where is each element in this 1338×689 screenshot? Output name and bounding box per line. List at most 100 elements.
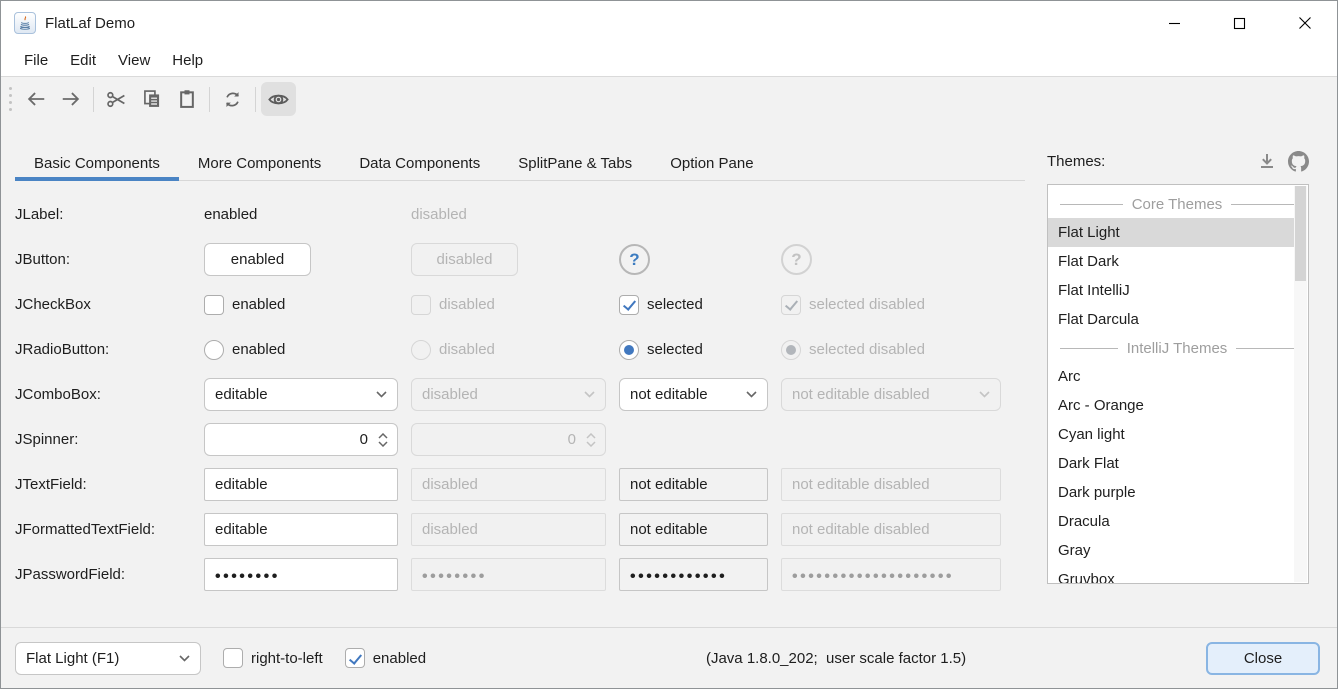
theme-item-dracula[interactable]: Dracula (1048, 507, 1294, 536)
combobox-not-editable-disabled: not editable disabled (781, 378, 1001, 411)
toolbar-grip[interactable] (9, 87, 12, 111)
checkbox-checked-icon[interactable] (619, 295, 639, 315)
radio-selected-disabled: selected disabled (781, 340, 1025, 360)
themes-header: Themes: (1047, 148, 1309, 174)
spinner-up-icon (586, 433, 596, 439)
menu-file[interactable]: File (13, 48, 59, 73)
row-jcombobox: JComboBox: editable disabled not editabl… (15, 372, 1025, 417)
checkbox-checked-icon[interactable] (345, 648, 365, 668)
textfield-not-editable-disabled: not editable disabled (781, 468, 1001, 501)
refresh-icon (222, 89, 243, 110)
checkbox-selected-disabled: selected disabled (781, 295, 1025, 315)
theme-item-flat-light[interactable]: Flat Light (1048, 218, 1294, 247)
paste-icon (177, 89, 197, 109)
menu-view[interactable]: View (107, 48, 161, 73)
download-icon[interactable] (1258, 152, 1276, 170)
help-button[interactable]: ? (619, 244, 650, 275)
checkbox-selected[interactable]: selected (619, 295, 781, 315)
java-app-icon (14, 12, 36, 34)
forward-button[interactable] (53, 82, 88, 116)
toolbar-separator (93, 87, 94, 112)
enabled-button[interactable]: enabled (204, 243, 311, 276)
right-to-left-checkbox[interactable]: right-to-left (223, 648, 323, 668)
theme-item-flat-intellij[interactable]: Flat IntelliJ (1048, 276, 1294, 305)
show-hidden-toggle-button[interactable] (261, 82, 296, 116)
jlabel-disabled: disabled (411, 206, 619, 223)
theme-item-flat-dark[interactable]: Flat Dark (1048, 247, 1294, 276)
menu-edit[interactable]: Edit (59, 48, 107, 73)
github-icon[interactable] (1288, 151, 1309, 172)
theme-item-cyan-light[interactable]: Cyan light (1048, 420, 1294, 449)
jradiobutton-row-label: JRadioButton: (15, 341, 204, 358)
radio-selected-disabled-icon (781, 340, 801, 360)
radio-disabled-icon (411, 340, 431, 360)
minimize-button[interactable] (1142, 1, 1207, 45)
eye-icon (267, 88, 290, 111)
maximize-button[interactable] (1207, 1, 1272, 45)
row-jpasswordfield: JPasswordField: •••••••• •••••••• ••••••… (15, 552, 1025, 597)
jpasswordfield-row-label: JPasswordField: (15, 566, 204, 583)
combobox-editable[interactable]: editable (204, 378, 398, 411)
refresh-button[interactable] (215, 82, 250, 116)
row-jspinner: JSpinner: 0 0 (15, 417, 1025, 462)
back-button[interactable] (18, 82, 53, 116)
themes-group-separator: Core Themes (1060, 190, 1294, 218)
themes-label: Themes: (1047, 153, 1105, 170)
passwordfield-not-editable-disabled: •••••••••••••••••••• (781, 558, 1001, 591)
combobox-not-editable[interactable]: not editable (619, 378, 768, 411)
spinner-down-icon (586, 441, 596, 447)
back-arrow-icon (25, 88, 47, 110)
radio-enabled[interactable]: enabled (204, 340, 411, 360)
checkbox-unchecked-icon[interactable] (204, 295, 224, 315)
tab-basic-components[interactable]: Basic Components (15, 146, 179, 180)
components-panel: Basic Components More Components Data Co… (15, 146, 1025, 627)
copy-icon (142, 89, 162, 109)
toolbar (1, 77, 1337, 121)
checkbox-enabled[interactable]: enabled (204, 295, 411, 315)
spinner-down-icon (378, 441, 388, 447)
theme-item-gray[interactable]: Gray (1048, 536, 1294, 565)
cut-icon (106, 89, 127, 110)
menu-bar: File Edit View Help (1, 45, 1337, 77)
tab-option-pane[interactable]: Option Pane (651, 146, 772, 180)
enabled-checkbox[interactable]: enabled (345, 648, 426, 668)
tab-splitpane-tabs[interactable]: SplitPane & Tabs (499, 146, 651, 180)
textfield-editable[interactable]: editable (204, 468, 398, 501)
scrollbar-thumb[interactable] (1295, 186, 1306, 281)
close-button[interactable]: Close (1206, 642, 1320, 675)
tab-more-components[interactable]: More Components (179, 146, 340, 180)
radio-selected-icon[interactable] (619, 340, 639, 360)
tab-data-components[interactable]: Data Components (340, 146, 499, 180)
theme-item-arc[interactable]: Arc (1048, 362, 1294, 391)
theme-select-combobox[interactable]: Flat Light (F1) (15, 642, 201, 675)
theme-item-arc-orange[interactable]: Arc - Orange (1048, 391, 1294, 420)
jlabel-row-label: JLabel: (15, 206, 204, 223)
jbutton-row-label: JButton: (15, 251, 204, 268)
checkbox-unchecked-icon[interactable] (223, 648, 243, 668)
theme-item-dark-flat[interactable]: Dark Flat (1048, 449, 1294, 478)
cut-button[interactable] (99, 82, 134, 116)
formattedtextfield-editable[interactable]: editable (204, 513, 398, 546)
theme-item-gruvbox[interactable]: Gruvbox (1048, 565, 1294, 584)
row-jlabel: JLabel: enabled disabled (15, 192, 1025, 237)
passwordfield-editable[interactable]: •••••••• (204, 558, 398, 591)
toolbar-separator (255, 87, 256, 112)
copy-button[interactable] (134, 82, 169, 116)
themes-group-separator: IntelliJ Themes (1060, 334, 1294, 362)
spinner-enabled[interactable]: 0 (204, 423, 398, 456)
radio-unselected-icon[interactable] (204, 340, 224, 360)
jlabel-enabled: enabled (204, 206, 411, 223)
spinner-up-icon (378, 433, 388, 439)
jcheckbox-row-label: JCheckBox (15, 296, 204, 313)
menu-help[interactable]: Help (161, 48, 214, 73)
checkbox-disabled: disabled (411, 295, 619, 315)
paste-button[interactable] (169, 82, 204, 116)
app-window: FlatLaf Demo File Edit View Help (0, 0, 1338, 689)
radio-selected[interactable]: selected (619, 340, 781, 360)
disabled-button: disabled (411, 243, 518, 276)
theme-item-flat-darcula[interactable]: Flat Darcula (1048, 305, 1294, 334)
jformattedtextfield-row-label: JFormattedTextField: (15, 521, 204, 538)
close-window-button[interactable] (1272, 1, 1337, 45)
themes-scrollbar[interactable] (1294, 186, 1307, 582)
theme-item-dark-purple[interactable]: Dark purple (1048, 478, 1294, 507)
